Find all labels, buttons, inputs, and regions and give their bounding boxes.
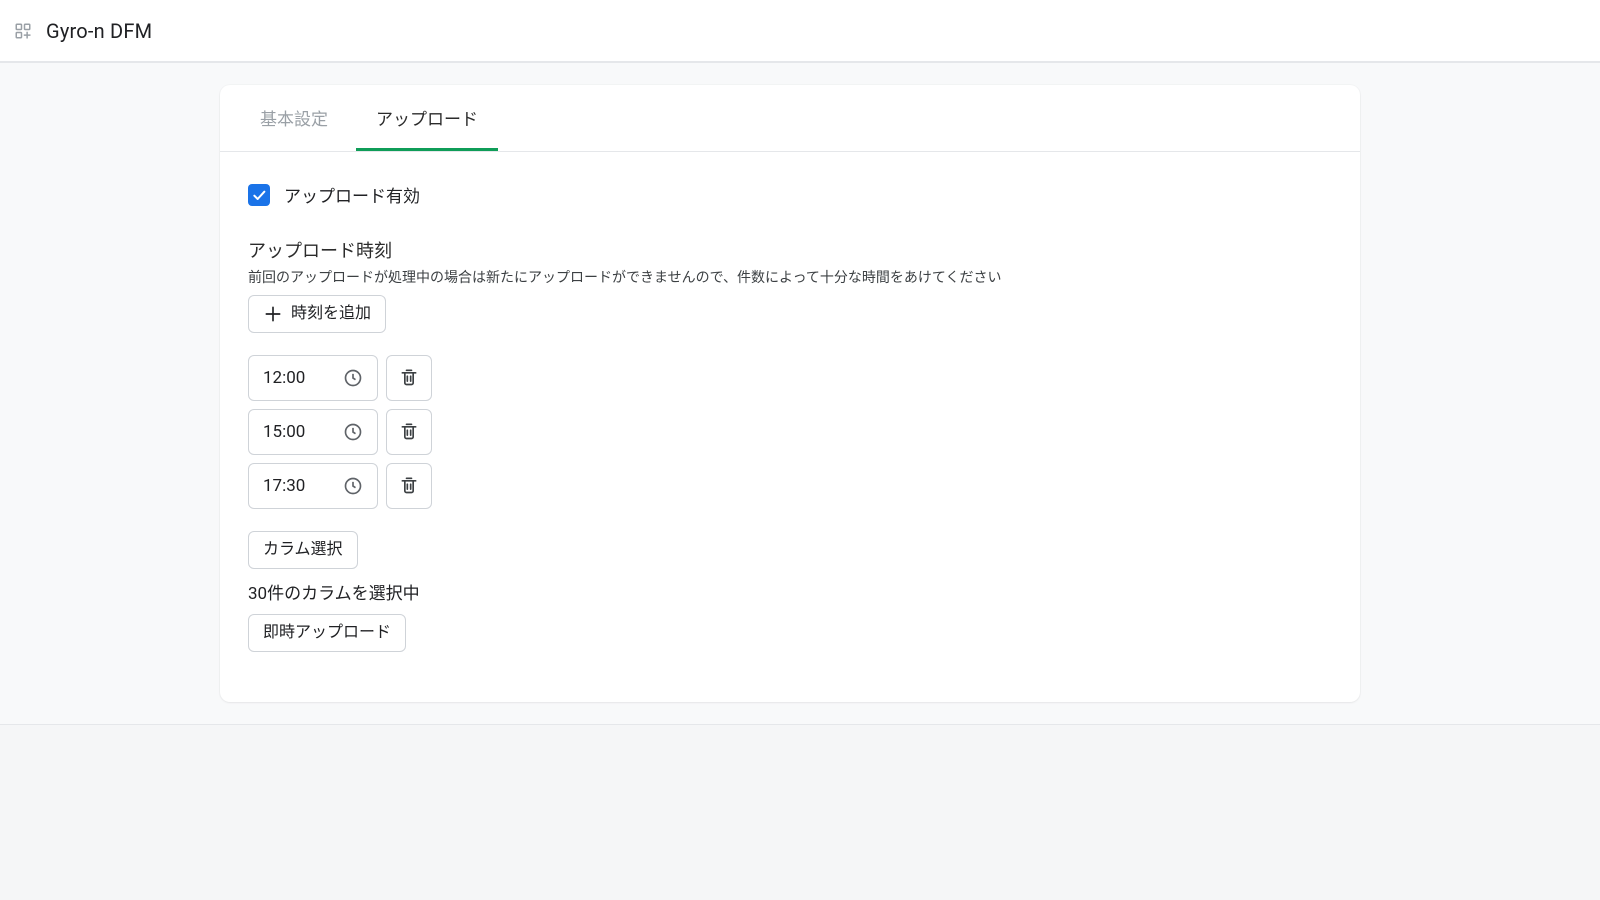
- column-info: 30件のカラムを選択中: [248, 579, 1332, 604]
- time-value: 17:30: [263, 476, 305, 496]
- upload-enabled-checkbox[interactable]: [248, 184, 270, 206]
- column-select-label: カラム選択: [263, 542, 343, 558]
- clock-icon: [343, 422, 363, 442]
- trash-icon: [399, 421, 419, 444]
- tab-bar: 基本設定 アップロード: [220, 85, 1360, 152]
- app-title: Gyro-n DFM: [46, 19, 152, 43]
- clock-icon: [343, 368, 363, 388]
- trash-icon: [399, 367, 419, 390]
- now-upload-label: 即時アップロード: [263, 625, 391, 641]
- time-row: 17:30: [248, 463, 1332, 509]
- upload-time-hint: 前回のアップロードが処理中の場合は新たにアップロードができませんので、件数によっ…: [248, 267, 1332, 287]
- plus-icon: [263, 304, 283, 324]
- column-section: カラム選択 30件のカラムを選択中: [248, 531, 1332, 604]
- now-upload-button[interactable]: 即時アップロード: [248, 614, 406, 652]
- settings-card: 基本設定 アップロード アップロード有効 アップロード時刻 前回のアップロードが…: [220, 85, 1360, 702]
- upload-enabled-row: アップロード有効: [248, 182, 1332, 207]
- trash-icon: [399, 475, 419, 498]
- clock-icon: [343, 476, 363, 496]
- delete-time-button[interactable]: [386, 355, 432, 401]
- time-list: 12:00 15:00: [248, 355, 1332, 509]
- time-input[interactable]: 15:00: [248, 409, 378, 455]
- time-row: 12:00: [248, 355, 1332, 401]
- time-input[interactable]: 17:30: [248, 463, 378, 509]
- time-value: 12:00: [263, 368, 305, 388]
- time-row: 15:00: [248, 409, 1332, 455]
- app-icon: [14, 22, 32, 40]
- upload-time-title: アップロード時刻: [248, 237, 1332, 263]
- time-input[interactable]: 12:00: [248, 355, 378, 401]
- app-header: Gyro-n DFM: [0, 0, 1600, 62]
- delete-time-button[interactable]: [386, 463, 432, 509]
- add-time-button[interactable]: 時刻を追加: [248, 295, 386, 333]
- tab-content: アップロード有効 アップロード時刻 前回のアップロードが処理中の場合は新たにアッ…: [220, 152, 1360, 702]
- page-body: 基本設定 アップロード アップロード有効 アップロード時刻 前回のアップロードが…: [0, 62, 1600, 725]
- time-value: 15:00: [263, 422, 305, 442]
- add-time-label: 時刻を追加: [291, 306, 371, 322]
- tab-basic[interactable]: 基本設定: [240, 85, 348, 151]
- delete-time-button[interactable]: [386, 409, 432, 455]
- upload-enabled-label: アップロード有効: [284, 182, 420, 207]
- column-select-button[interactable]: カラム選択: [248, 531, 358, 569]
- tab-upload[interactable]: アップロード: [356, 85, 498, 151]
